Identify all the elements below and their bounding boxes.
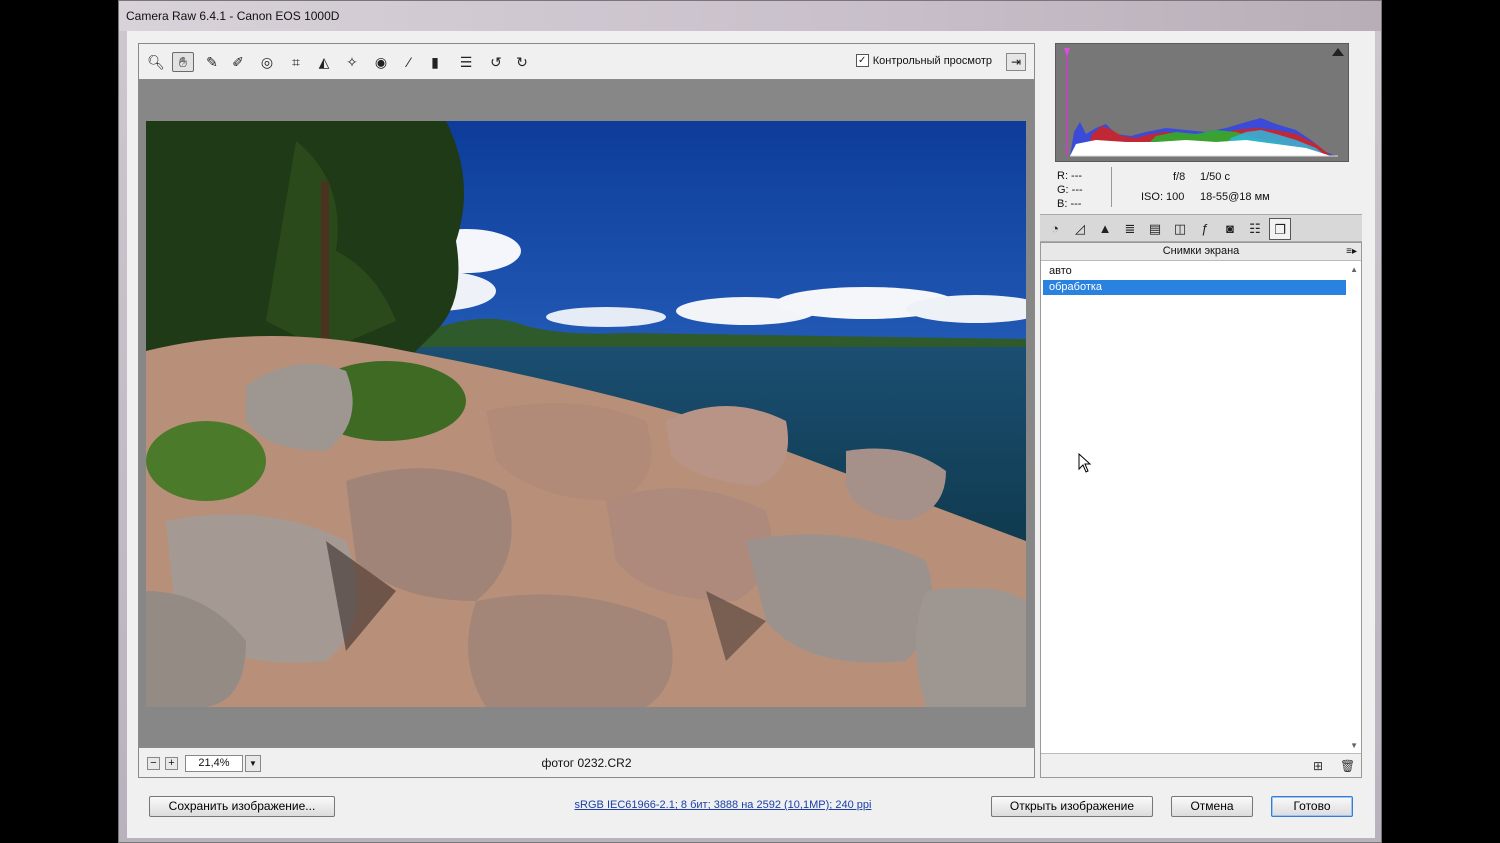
- cancel-button[interactable]: Отмена: [1171, 796, 1253, 817]
- tab-basic-icon[interactable]: ◔: [1044, 218, 1066, 240]
- snapshots-panel: Снимки экрана ≡▸ ▲ авто обработка ▼ ⊞ 🗑︎: [1040, 242, 1362, 778]
- panel-tabs: ◔ ◿ ▲ ≣ ▤ ◫ ƒ ◙ ☷ ❐: [1040, 214, 1362, 242]
- photo-preview[interactable]: [146, 121, 1026, 707]
- workflow-options-link[interactable]: sRGB IEC61966-2.1; 8 бит; 3888 на 2592 (…: [563, 799, 883, 811]
- white-balance-tool-icon[interactable]: ✎: [201, 52, 223, 72]
- iso: ISO: 100: [1141, 191, 1185, 203]
- straighten-tool-icon[interactable]: ◭: [313, 52, 335, 72]
- adjustment-brush-icon[interactable]: ⁄: [398, 52, 420, 72]
- hand-tool-icon[interactable]: ✋︎: [172, 52, 194, 72]
- rotate-right-icon[interactable]: ↻: [511, 52, 533, 72]
- tab-split-toning-icon[interactable]: ▤: [1144, 218, 1166, 240]
- camera-info: R: --- G: --- B: --- f/8 1/50 с ISO: 100…: [1041, 161, 1363, 213]
- zoom-tool-icon[interactable]: 🔍︎: [145, 52, 167, 72]
- tab-effects-icon[interactable]: ƒ: [1194, 218, 1216, 240]
- lens-focal: 18-55@18 мм: [1200, 191, 1270, 203]
- image-viewer: 🔍︎ ✋︎ ✎ ✐ ◎ ⌗ ◭ ✧ ◉ ⁄ ▮ ☰ ↺ ↻ ✓ Контроль…: [138, 43, 1035, 778]
- mouse-cursor-icon: [1078, 453, 1092, 473]
- targeted-adjustment-tool-icon[interactable]: ◎: [256, 52, 278, 72]
- panel-header: Снимки экрана ≡▸: [1041, 243, 1361, 261]
- new-snapshot-icon[interactable]: ⊞: [1313, 759, 1323, 773]
- tab-presets-icon[interactable]: ☷: [1244, 218, 1266, 240]
- tab-snapshots-icon[interactable]: ❐: [1269, 218, 1291, 240]
- snapshot-item[interactable]: авто: [1043, 264, 1346, 279]
- open-image-button[interactable]: Открыть изображение: [991, 796, 1153, 817]
- title-bar[interactable]: Camera Raw 6.4.1 - Canon EOS 1000D: [119, 1, 1381, 31]
- preferences-icon[interactable]: ☰: [455, 52, 477, 72]
- scroll-down-icon[interactable]: ▼: [1350, 741, 1358, 750]
- save-image-button[interactable]: Сохранить изображение...: [149, 796, 335, 817]
- scroll-up-icon[interactable]: ▲: [1350, 265, 1358, 274]
- image-canvas[interactable]: [139, 80, 1034, 748]
- panel-footer: ⊞ 🗑︎: [1041, 753, 1361, 777]
- done-button[interactable]: Готово: [1271, 796, 1353, 817]
- tab-camera-calibration-icon[interactable]: ◙: [1219, 218, 1241, 240]
- shutter-speed: 1/50 с: [1200, 171, 1230, 183]
- preview-label: Контрольный просмотр: [872, 54, 992, 67]
- rotate-left-icon[interactable]: ↺: [485, 52, 507, 72]
- viewer-status-bar: − + 21,4% ▼ фотог 0232.CR2: [139, 747, 1034, 777]
- panel-title: Снимки экрана: [1162, 245, 1240, 257]
- rgb-readout: R: --- G: --- B: ---: [1057, 169, 1083, 211]
- dialog-client-area: 🔍︎ ✋︎ ✎ ✐ ◎ ⌗ ◭ ✧ ◉ ⁄ ▮ ☰ ↺ ↻ ✓ Контроль…: [127, 31, 1375, 838]
- red-eye-tool-icon[interactable]: ◉: [370, 52, 392, 72]
- window-title: Camera Raw 6.4.1 - Canon EOS 1000D: [126, 9, 340, 23]
- crop-tool-icon[interactable]: ⌗: [285, 52, 307, 72]
- panel-menu-icon[interactable]: ≡▸: [1346, 243, 1357, 260]
- g-value: G: ---: [1057, 184, 1083, 196]
- tool-bar: 🔍︎ ✋︎ ✎ ✐ ◎ ⌗ ◭ ✧ ◉ ⁄ ▮ ☰ ↺ ↻ ✓ Контроль…: [139, 44, 1034, 80]
- color-sampler-tool-icon[interactable]: ✐: [227, 52, 249, 72]
- b-value: B: ---: [1057, 198, 1082, 210]
- preview-checkbox[interactable]: ✓: [855, 54, 869, 67]
- r-value: R: ---: [1057, 170, 1083, 182]
- delete-snapshot-icon[interactable]: 🗑︎: [1340, 759, 1355, 773]
- camera-raw-window: Camera Raw 6.4.1 - Canon EOS 1000D 🔍︎ ✋︎…: [118, 0, 1382, 843]
- preview-toggle[interactable]: ✓ Контрольный просмотр: [855, 54, 992, 67]
- file-name: фотог 0232.CR2: [541, 756, 632, 770]
- fullscreen-toggle-icon[interactable]: ⇥: [1006, 53, 1026, 71]
- tab-detail-icon[interactable]: ▲: [1094, 218, 1116, 240]
- spot-removal-tool-icon[interactable]: ✧: [341, 52, 363, 72]
- aperture: f/8: [1173, 171, 1186, 183]
- graduated-filter-icon[interactable]: ▮: [424, 52, 446, 72]
- tab-hsl-icon[interactable]: ≣: [1119, 218, 1141, 240]
- tab-tone-curve-icon[interactable]: ◿: [1069, 218, 1091, 240]
- info-separator: [1111, 167, 1112, 207]
- tab-lens-icon[interactable]: ◫: [1169, 218, 1191, 240]
- snapshot-item-selected[interactable]: обработка: [1043, 280, 1346, 295]
- histogram: [1055, 43, 1349, 162]
